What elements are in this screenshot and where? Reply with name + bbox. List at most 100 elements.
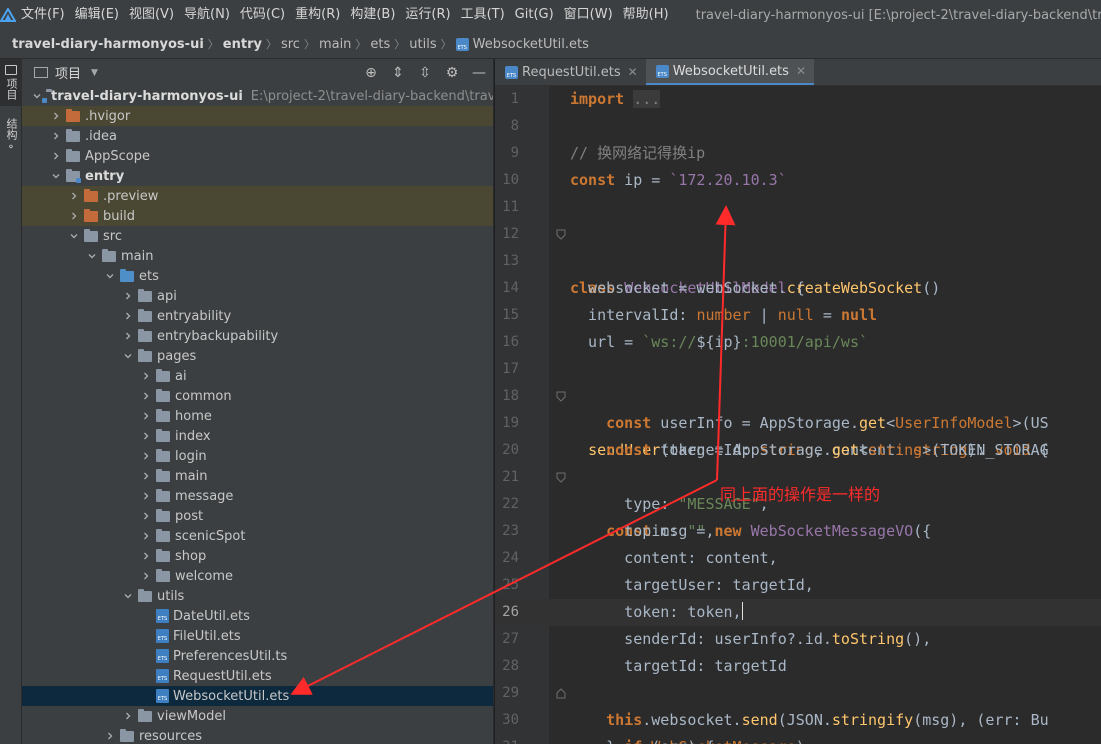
tree-folder-item[interactable]: entryability — [22, 306, 493, 326]
code-line[interactable]: 17 — [495, 356, 1101, 383]
menu-tools[interactable]: 工具(T) — [456, 0, 510, 30]
menu-edit[interactable]: 编辑(E) — [70, 0, 124, 30]
tree-folder-item[interactable]: message — [22, 486, 493, 506]
tree-file-item[interactable]: RequestUtil.ets — [22, 666, 493, 686]
chevron-down-icon[interactable] — [122, 590, 134, 602]
code-line[interactable]: 11 — [495, 194, 1101, 221]
chevron-right-icon[interactable] — [140, 430, 152, 442]
code-line[interactable]: 28 targetId: targetId — [495, 653, 1101, 680]
code-line[interactable]: 24 content: content, — [495, 545, 1101, 572]
close-icon[interactable]: ✕ — [628, 65, 638, 79]
tree-folder-item[interactable]: home — [22, 406, 493, 426]
chevron-right-icon[interactable] — [140, 410, 152, 422]
tree-folder-item[interactable]: resources — [22, 726, 493, 744]
tree-folder-item[interactable]: pages — [22, 346, 493, 366]
tree-folder-item[interactable]: .preview — [22, 186, 493, 206]
tree-file-item[interactable]: FileUtil.ets — [22, 626, 493, 646]
code-line[interactable]: 29 } as WebSocketMessage) — [495, 680, 1101, 744]
chevron-right-icon[interactable] — [50, 110, 62, 122]
menu-window[interactable]: 窗口(W) — [559, 0, 618, 30]
chevron-down-icon[interactable] — [50, 170, 62, 182]
menu-view[interactable]: 视图(V) — [124, 0, 179, 30]
tree-folder-item[interactable]: entrybackupability — [22, 326, 493, 346]
menu-code[interactable]: 代码(C) — [235, 0, 290, 30]
code-line[interactable]: 10 const ip = `172.20.10.3` — [495, 167, 1101, 194]
chevron-right-icon[interactable] — [140, 450, 152, 462]
tree-root[interactable]: travel-diary-harmonyos-ui E:\project-2\t… — [22, 86, 493, 106]
tree-folder-item[interactable]: utils — [22, 586, 493, 606]
breadcrumb-item[interactable]: main — [319, 37, 351, 52]
gear-icon[interactable]: ⚙ — [444, 65, 460, 81]
chevron-down-icon[interactable] — [32, 90, 42, 102]
tree-folder-item[interactable]: scenicSpot — [22, 526, 493, 546]
tree-folder-item[interactable]: post — [22, 506, 493, 526]
code-line[interactable]: 9// 换网络记得换ip — [495, 140, 1101, 167]
code-line[interactable]: 15 intervalId: number | null = null — [495, 302, 1101, 329]
chevron-down-icon[interactable] — [86, 250, 98, 262]
tree-file-item[interactable]: DateUtil.ets — [22, 606, 493, 626]
code-line[interactable]: 30 this.websocket.send(JSON.stringify(ms… — [495, 707, 1101, 734]
code-line[interactable]: 8 — [495, 113, 1101, 140]
code-line[interactable]: 1 import ... — [495, 86, 1101, 113]
chevron-right-icon[interactable] — [122, 310, 134, 322]
breadcrumb-item[interactable]: WebsocketUtil.ets — [473, 37, 589, 52]
code-line[interactable]: 19 const userInfo = AppStorage.get<UserI… — [495, 410, 1101, 437]
fold-icon[interactable] — [556, 472, 566, 483]
chevron-down-icon[interactable] — [122, 350, 134, 362]
chevron-right-icon[interactable] — [122, 710, 134, 722]
code-line[interactable]: 18 sendUser(targetId: string, content: s… — [495, 383, 1101, 459]
expand-all-icon[interactable]: ⇕ — [390, 65, 406, 81]
chevron-right-icon[interactable] — [140, 470, 152, 482]
tree-file-item[interactable]: WebsocketUtil.ets — [22, 686, 493, 706]
code-line[interactable]: 25 targetUser: targetId, — [495, 572, 1101, 599]
fold-icon[interactable] — [556, 391, 566, 402]
chevron-right-icon[interactable] — [140, 550, 152, 562]
chevron-right-icon[interactable] — [140, 370, 152, 382]
panel-title[interactable]: 项目 — [55, 63, 81, 82]
chevron-right-icon[interactable] — [50, 130, 62, 142]
chevron-right-icon[interactable] — [68, 190, 80, 202]
tree-folder-item[interactable]: build — [22, 206, 493, 226]
breadcrumb-item[interactable]: utils — [409, 37, 436, 52]
chevron-right-icon[interactable] — [140, 570, 152, 582]
code-line[interactable]: 14 websocket = webSocket.createWebSocket… — [495, 275, 1101, 302]
tree-folder-item[interactable]: AppScope — [22, 146, 493, 166]
tree-folder-item[interactable]: login — [22, 446, 493, 466]
code-line[interactable]: 12 class WebsocketUtilModel { — [495, 221, 1101, 297]
tree-folder-item[interactable]: api — [22, 286, 493, 306]
tree-folder-item[interactable]: entry — [22, 166, 493, 186]
fold-icon[interactable] — [556, 688, 566, 699]
menu-file[interactable]: 文件(F) — [16, 0, 70, 30]
tree-folder-item[interactable]: ai — [22, 366, 493, 386]
chevron-down-icon[interactable] — [104, 270, 116, 282]
tree-folder-item[interactable]: viewModel — [22, 706, 493, 726]
chevron-right-icon[interactable] — [140, 390, 152, 402]
chevron-right-icon[interactable] — [140, 530, 152, 542]
tree-folder-item[interactable]: .idea — [22, 126, 493, 146]
hide-icon[interactable]: — — [471, 65, 487, 81]
menu-run[interactable]: 运行(R) — [400, 0, 455, 30]
breadcrumb-item[interactable]: entry — [223, 37, 262, 52]
tab-websocketutil[interactable]: WebsocketUtil.ets ✕ — [645, 59, 814, 85]
tree-folder-item[interactable]: main — [22, 466, 493, 486]
chevron-right-icon[interactable] — [68, 210, 80, 222]
fold-icon[interactable] — [556, 229, 566, 240]
code-line[interactable]: 31 if (err) { — [495, 734, 1101, 744]
code-line[interactable]: 27 senderId: userInfo?.id.toString(), — [495, 626, 1101, 653]
close-icon[interactable]: ✕ — [796, 64, 806, 78]
menu-navigate[interactable]: 导航(N) — [179, 0, 235, 30]
code-line[interactable]: 13 — [495, 248, 1101, 275]
chevron-right-icon[interactable] — [104, 730, 116, 742]
tree-folder-item[interactable]: index — [22, 426, 493, 446]
code-line[interactable]: 20 const token = AppStorage.get<string>(… — [495, 437, 1101, 464]
code-line-current[interactable]: 26 token: token, — [495, 599, 1101, 626]
tree-folder-item[interactable]: src — [22, 226, 493, 246]
tree-folder-item[interactable]: .hvigor — [22, 106, 493, 126]
tree-folder-item[interactable]: main — [22, 246, 493, 266]
tree-folder-item[interactable]: shop — [22, 546, 493, 566]
chevron-down-icon[interactable] — [68, 230, 80, 242]
chevron-right-icon[interactable] — [122, 330, 134, 342]
locate-icon[interactable]: ⊕ — [363, 65, 379, 81]
menu-refactor[interactable]: 重构(R) — [290, 0, 345, 30]
code-line[interactable]: 23 topic: "", — [495, 518, 1101, 545]
